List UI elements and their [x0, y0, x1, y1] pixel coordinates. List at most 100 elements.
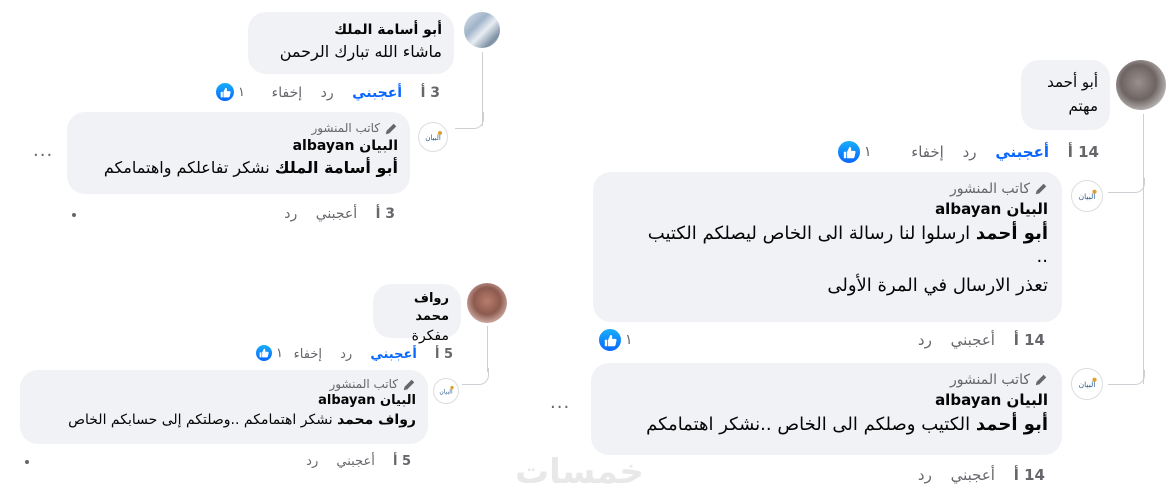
hide-button[interactable]: إخفاء: [294, 346, 322, 364]
comment-text: مهتم: [1068, 97, 1098, 115]
page-name[interactable]: البيان albayan: [605, 389, 1048, 411]
pencil-icon: [1035, 374, 1047, 386]
like-button[interactable]: أعجبني: [336, 453, 374, 471]
reply-button[interactable]: رد: [340, 346, 352, 364]
like-button[interactable]: أعجبني: [951, 466, 995, 484]
reply-actions: 14 أ أعجبني رد: [904, 331, 1045, 349]
reply-time[interactable]: 14 أ: [1014, 331, 1045, 349]
reaction-number: ١: [238, 84, 245, 100]
author-badge: كاتب المنشور: [32, 376, 416, 392]
badge-label: كاتب المنشور: [950, 181, 1030, 197]
like-button[interactable]: أعجبني: [995, 143, 1049, 161]
reply-text-continuation: ..: [1036, 246, 1048, 267]
reply-button[interactable]: رد: [321, 84, 334, 102]
author-badge: كاتب المنشور: [605, 371, 1048, 389]
like-button[interactable]: أعجبني: [370, 346, 416, 364]
pencil-icon: [385, 123, 397, 134]
more-options-icon[interactable]: ...: [33, 140, 53, 161]
avatar[interactable]: [464, 12, 500, 48]
author-badge: كاتب المنشور: [607, 180, 1048, 198]
reply-body: نشكر اهتمامكم ..وصلتكم إلى حسابكم الخاص: [68, 412, 333, 428]
reply-body: ارسلوا لنا رسالة الى الخاص ليصلكم الكتيب: [647, 223, 971, 244]
page-avatar[interactable]: البيان: [1071, 368, 1103, 400]
author-badge: كاتب المنشور: [79, 120, 398, 136]
hide-button[interactable]: إخفاء: [272, 84, 302, 102]
reply-actions: 3 أ أعجبني رد: [270, 205, 395, 223]
comment-bubble: أبو أسامة الملك ماشاء الله تبارك الرحمن: [248, 12, 454, 74]
comment-author[interactable]: أبو أحمد: [1033, 70, 1098, 94]
reaction-number: ١: [276, 345, 283, 361]
avatar[interactable]: [467, 283, 507, 323]
comment-time[interactable]: 3 أ: [421, 84, 440, 102]
badge-label: كاتب المنشور: [950, 372, 1030, 388]
more-options-icon[interactable]: ...: [550, 392, 570, 413]
page-name[interactable]: البيان albayan: [607, 198, 1048, 220]
badge-label: كاتب المنشور: [311, 121, 380, 135]
reply-time[interactable]: 3 أ: [376, 205, 395, 223]
reply-bubble: كاتب المنشور البيان albayan أبو أحمد ارس…: [593, 172, 1062, 322]
reply-button[interactable]: رد: [918, 331, 932, 349]
comment-time[interactable]: 14 أ: [1068, 143, 1099, 161]
pencil-icon: [403, 379, 415, 390]
badge-label: كاتب المنشور: [329, 377, 398, 391]
reply-time[interactable]: 14 أ: [1014, 466, 1045, 484]
watermark: خمسات: [515, 452, 644, 492]
reply-actions: 14 أ أعجبني رد: [904, 466, 1045, 484]
mention-link[interactable]: رواف محمد: [337, 412, 416, 428]
dot-marker: [72, 213, 76, 217]
reply-text: أبو أحمد ارسلوا لنا رسالة الى الخاص ليصل…: [607, 220, 1048, 248]
comment-text: مفكرة: [411, 328, 449, 344]
svg-text:البيان: البيان: [1079, 192, 1096, 201]
reply-body: الكتيب وصلكم الى الخاص ..نشكر اهتمامكم: [646, 414, 971, 435]
avatar[interactable]: [1116, 60, 1166, 110]
reply-button[interactable]: رد: [284, 205, 297, 223]
page-avatar[interactable]: البيان: [1071, 180, 1103, 212]
reply-body: نشكر تفاعلكم واهتمامكم: [103, 158, 270, 177]
thread-line: [487, 326, 488, 372]
like-button[interactable]: أعجبني: [352, 84, 402, 102]
svg-text:البيان: البيان: [439, 389, 453, 396]
like-button[interactable]: أعجبني: [316, 205, 357, 223]
mention-link[interactable]: أبو أحمد: [976, 223, 1048, 244]
reply-text: أبو أسامة الملك نشكر تفاعلكم واهتمامكم: [79, 156, 398, 180]
like-reaction-icon: [836, 139, 862, 165]
like-reaction-icon: [597, 327, 623, 353]
page-avatar[interactable]: البيان: [433, 378, 459, 404]
reply-button[interactable]: رد: [306, 453, 318, 471]
page-name[interactable]: البيان albayan: [32, 392, 416, 410]
mention-link[interactable]: أبو أحمد: [976, 414, 1048, 435]
comment-author[interactable]: رواف محمد: [385, 290, 449, 326]
dot-marker: [25, 460, 29, 464]
like-reaction-icon: [214, 81, 236, 103]
reaction-number: ١: [864, 144, 872, 160]
comment-text: ماشاء الله تبارك الرحمن: [279, 42, 442, 61]
comment-author[interactable]: أبو أسامة الملك: [260, 20, 442, 40]
thread-branch: [1108, 370, 1145, 385]
comment-time[interactable]: 5 أ: [435, 346, 453, 364]
like-button[interactable]: أعجبني: [951, 331, 995, 349]
reply-bubble: كاتب المنشور البيان albayan أبو أحمد الك…: [591, 363, 1062, 455]
thread-branch: [1108, 178, 1145, 193]
reply-text: أبو أحمد الكتيب وصلكم الى الخاص ..نشكر ا…: [605, 411, 1048, 439]
thread-line: [1143, 114, 1144, 384]
reply-time[interactable]: 5 أ: [393, 453, 411, 471]
reply-button[interactable]: رد: [918, 466, 932, 484]
like-reaction-icon: [254, 343, 274, 363]
svg-text:البيان: البيان: [425, 134, 441, 142]
reaction-count[interactable]: ١: [254, 343, 283, 363]
svg-text:البيان: البيان: [1079, 380, 1096, 389]
reaction-number: ١: [625, 332, 633, 348]
page-avatar[interactable]: البيان: [418, 122, 448, 152]
reply-text: رواف محمد نشكر اهتمامكم ..وصلتكم إلى حسا…: [32, 410, 416, 430]
mention-link[interactable]: أبو أسامة الملك: [275, 158, 398, 177]
comment-actions: 14 أ أعجبني رد إخفاء: [897, 143, 1099, 161]
reaction-count[interactable]: ١: [597, 327, 633, 353]
reaction-count[interactable]: ١: [214, 81, 245, 103]
pencil-icon: [1035, 183, 1047, 195]
reaction-count[interactable]: ١: [836, 139, 872, 165]
thread-branch: [462, 368, 489, 385]
reply-button[interactable]: رد: [963, 143, 977, 161]
reply-text-line: تعذر الارسال في المرة الأولى: [827, 275, 1048, 296]
page-name[interactable]: البيان albayan: [79, 136, 398, 156]
hide-button[interactable]: إخفاء: [911, 143, 944, 161]
